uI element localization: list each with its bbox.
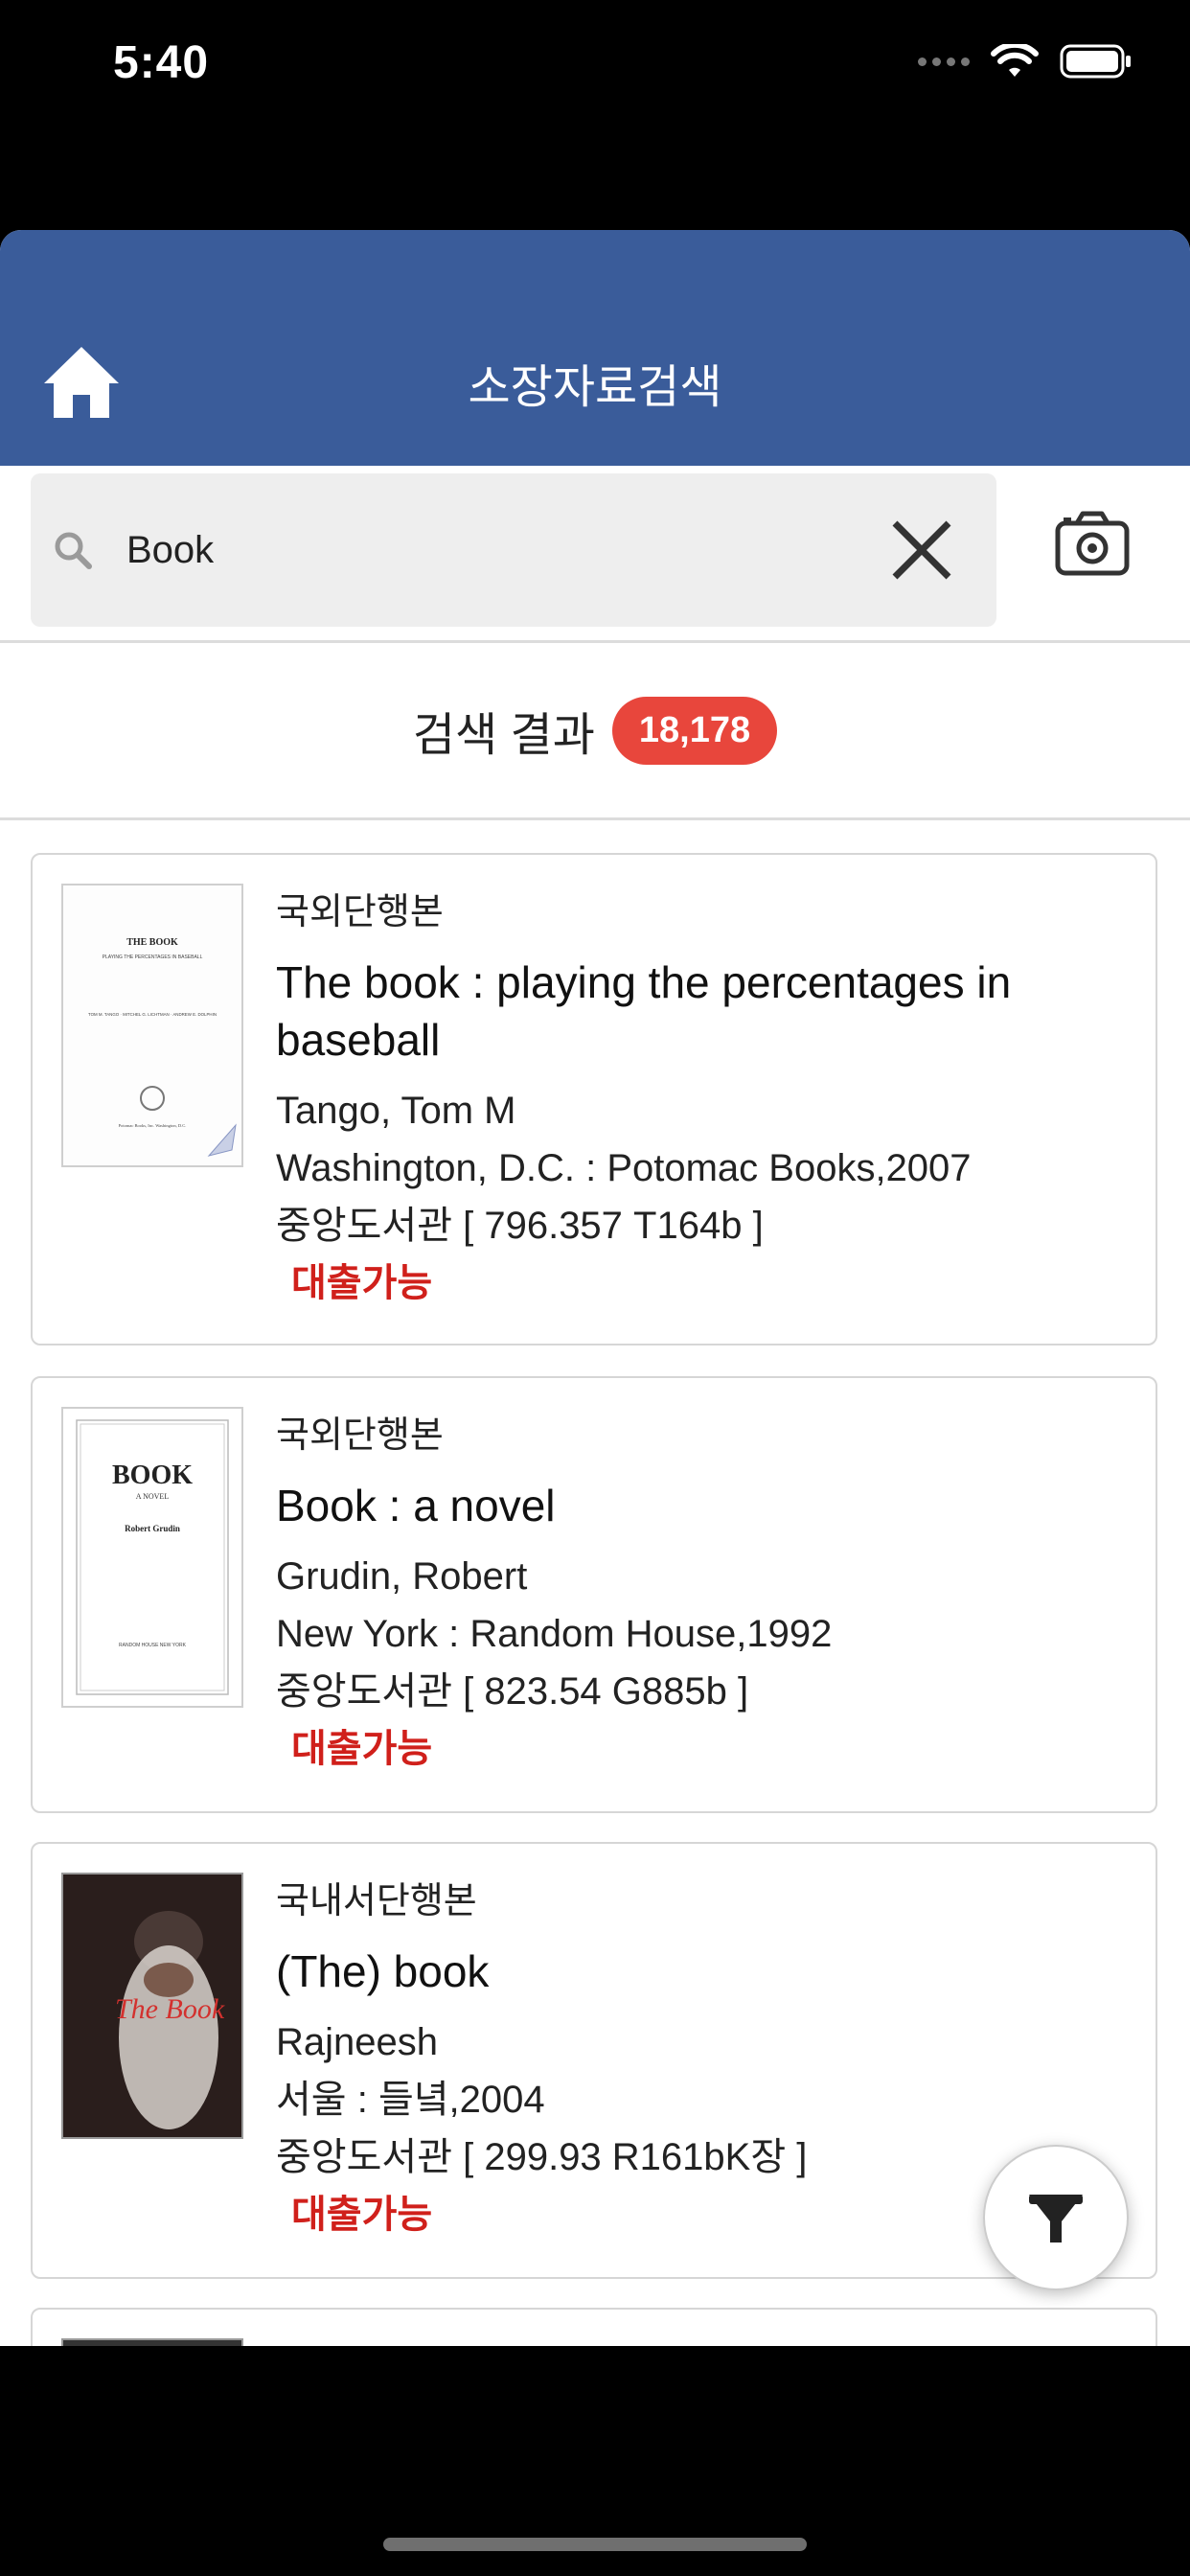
cover-subtitle: PLAYING THE PERCENTAGES IN BASEBALL bbox=[103, 954, 203, 960]
search-box bbox=[31, 473, 996, 627]
search-icon bbox=[55, 532, 92, 569]
status-icons bbox=[918, 44, 1133, 79]
camera-scan-button[interactable] bbox=[1052, 504, 1133, 581]
book-cover-image: The Book bbox=[61, 1873, 243, 2139]
book-info: 국외단행본 The book : playing the percentages… bbox=[276, 882, 1127, 1312]
status-bar: 5:40 bbox=[0, 0, 1190, 230]
divider bbox=[0, 817, 1190, 820]
results-label: 검색 결과 bbox=[412, 710, 595, 761]
availability-status: 대출가능 bbox=[291, 1728, 433, 1770]
book-title[interactable]: (The) book bbox=[276, 1943, 1127, 2000]
book-title[interactable]: Book : a novel bbox=[276, 1477, 1127, 1534]
availability-status: 대출가능 bbox=[291, 1262, 433, 1304]
battery-icon bbox=[1060, 44, 1131, 79]
search-input[interactable] bbox=[126, 517, 855, 584]
signal-icon bbox=[918, 57, 970, 66]
book-cover-image bbox=[61, 2338, 243, 2346]
app-header: 소장자료검색 bbox=[0, 230, 1190, 466]
book-publisher: Washington, D.C. : Potomac Books,2007 bbox=[276, 1147, 972, 1189]
cover-authors: Robert Grudin bbox=[125, 1524, 180, 1533]
book-cover-image: BOOK A NOVEL Robert Grudin RANDOM HOUSE … bbox=[61, 1407, 243, 1708]
results-count-badge: 18,178 bbox=[611, 696, 778, 765]
cover-imprint: RANDOM HOUSE NEW YORK bbox=[119, 1643, 187, 1648]
book-author: Grudin, Robert bbox=[276, 1555, 528, 1598]
results-summary: 검색 결과 18,178 bbox=[0, 643, 1190, 817]
book-card[interactable] bbox=[31, 2308, 1157, 2346]
cover-title: BOOK bbox=[112, 1460, 193, 1490]
book-location: 중앙도서관 [ 796.357 T164b ] bbox=[276, 1205, 764, 1247]
clear-search-button[interactable] bbox=[883, 512, 960, 588]
book-publisher: New York : Random House,1992 bbox=[276, 1613, 833, 1655]
book-publisher: 서울 : 들녘,2004 bbox=[276, 2079, 545, 2121]
status-time: 5:40 bbox=[113, 37, 210, 88]
book-author: Tango, Tom M bbox=[276, 1090, 516, 1132]
cover-title: The Book bbox=[115, 1993, 225, 2025]
app-screen: 소장자료검색 Book 검색 결과 18,178 THE BOOK PLAYIN… bbox=[0, 230, 1190, 2346]
camera-icon bbox=[1055, 511, 1130, 576]
filter-button[interactable] bbox=[983, 2145, 1129, 2290]
book-author: Rajneesh bbox=[276, 2021, 439, 2063]
cover-authors: TOM M. TANGO · MITCHEL G. LICHTMAN · AND… bbox=[88, 1012, 217, 1017]
page-title: 소장자료검색 bbox=[468, 362, 722, 413]
close-icon bbox=[892, 520, 951, 580]
book-info: 국외단행본 Book : a novel Grudin, Robert New … bbox=[276, 1405, 1127, 1778]
book-card[interactable]: BOOK A NOVEL Robert Grudin RANDOM HOUSE … bbox=[31, 1376, 1157, 1813]
book-type: 국외단행본 bbox=[276, 892, 444, 932]
wifi-icon bbox=[991, 44, 1039, 77]
filter-icon bbox=[1029, 2195, 1083, 2242]
book-location: 중앙도서관 [ 823.54 G885b ] bbox=[276, 1670, 749, 1713]
book-title[interactable]: The book : playing the percentages in ba… bbox=[276, 954, 1127, 1069]
search-section: 검색 결과 18,178 bbox=[0, 466, 1190, 872]
home-indicator[interactable] bbox=[383, 2538, 807, 2551]
cover-title: THE BOOK bbox=[126, 937, 178, 948]
book-cover-image: THE BOOK PLAYING THE PERCENTAGES IN BASE… bbox=[61, 884, 243, 1167]
book-card[interactable]: THE BOOK PLAYING THE PERCENTAGES IN BASE… bbox=[31, 853, 1157, 1346]
book-type: 국외단행본 bbox=[276, 1415, 444, 1456]
cover-subtitle: A NOVEL bbox=[136, 1492, 170, 1501]
book-type: 국내서단행본 bbox=[276, 1881, 477, 1921]
